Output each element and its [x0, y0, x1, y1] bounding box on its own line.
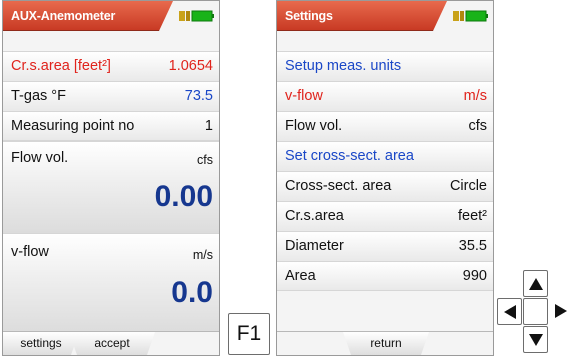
- settings-softkey[interactable]: settings: [3, 332, 79, 355]
- row-label: Area: [285, 268, 316, 284]
- set-cross-sect-area-header: Set cross-sect. area: [277, 141, 493, 171]
- cross-sect-area-row[interactable]: Cross-sect. area Circle: [277, 171, 493, 201]
- anemometer-screen: AUX-Anemometer Cr.s.area [feet²] 1.0654 …: [2, 0, 220, 356]
- arrow-left-button[interactable]: [497, 298, 522, 325]
- arrow-up-button[interactable]: [523, 270, 548, 297]
- row-value: cfs: [468, 118, 487, 134]
- v-flow-readout: v-flow m/s 0.0: [3, 233, 219, 333]
- row-label: Measuring point no: [11, 118, 135, 134]
- f1-key[interactable]: F1: [228, 313, 270, 355]
- row-label: Cr.s.area: [285, 208, 344, 224]
- direction-pad: [497, 270, 573, 356]
- row-label: Flow vol.: [285, 118, 343, 134]
- row-label: Cross-sect. area: [285, 178, 392, 194]
- v-flow-value: 0.0: [171, 276, 213, 309]
- center-button[interactable]: [523, 298, 548, 325]
- gas-temperature-row[interactable]: T-gas °F 73.5: [3, 81, 219, 111]
- arrow-up-icon: [529, 278, 543, 290]
- flow-volume-readout: Flow vol. cfs 0.00: [3, 141, 219, 233]
- accept-softkey[interactable]: accept: [69, 332, 155, 355]
- flow-volume-value: 0.00: [154, 180, 213, 213]
- area-row[interactable]: Area 990: [277, 261, 493, 291]
- battery-icon: [453, 10, 488, 22]
- section-label: Set cross-sect. area: [285, 148, 414, 164]
- row-label: Diameter: [285, 238, 344, 254]
- arrow-down-button[interactable]: [523, 326, 548, 353]
- softkey-bar: return: [277, 331, 493, 355]
- softkey-bar: settings accept: [3, 331, 219, 355]
- row-label: v-flow: [285, 88, 323, 104]
- row-label: T-gas °F: [11, 88, 66, 104]
- measuring-point-row[interactable]: Measuring point no 1: [3, 111, 219, 141]
- row-value: 990: [462, 268, 487, 284]
- arrow-left-icon: [504, 305, 516, 319]
- flow-vol-unit-row[interactable]: Flow vol. cfs: [277, 111, 493, 141]
- v-flow-label: v-flow: [11, 244, 49, 260]
- v-flow-unit: m/s: [192, 248, 213, 262]
- arrow-right-button[interactable]: [549, 298, 573, 325]
- screen-title: AUX-Anemometer: [11, 9, 116, 23]
- row-label: Cr.s.area [feet²]: [11, 58, 111, 74]
- v-flow-unit-row[interactable]: v-flow m/s: [277, 81, 493, 111]
- section-label: Setup meas. units: [285, 58, 402, 74]
- flow-volume-unit: cfs: [197, 153, 213, 167]
- row-value: feet²: [457, 208, 487, 224]
- cr-s-area-unit-row[interactable]: Cr.s.area feet²: [277, 201, 493, 231]
- arrow-down-icon: [529, 334, 543, 346]
- arrow-right-icon: [555, 304, 567, 318]
- flow-volume-label: Flow vol.: [11, 150, 69, 166]
- setup-meas-units-header: Setup meas. units: [277, 51, 493, 81]
- row-value: m/s: [463, 88, 487, 104]
- row-value: 1: [204, 118, 213, 134]
- row-value: 1.0654: [168, 58, 213, 74]
- cross-section-area-row[interactable]: Cr.s.area [feet²] 1.0654: [3, 51, 219, 81]
- settings-screen: Settings Setup meas. units v-flow m/s Fl…: [276, 0, 494, 356]
- row-value: 73.5: [184, 88, 213, 104]
- return-softkey[interactable]: return: [343, 332, 429, 355]
- row-value: Circle: [449, 178, 487, 194]
- diameter-row[interactable]: Diameter 35.5: [277, 231, 493, 261]
- row-value: 35.5: [458, 238, 487, 254]
- battery-icon: [179, 10, 214, 22]
- screen-title: Settings: [285, 9, 333, 23]
